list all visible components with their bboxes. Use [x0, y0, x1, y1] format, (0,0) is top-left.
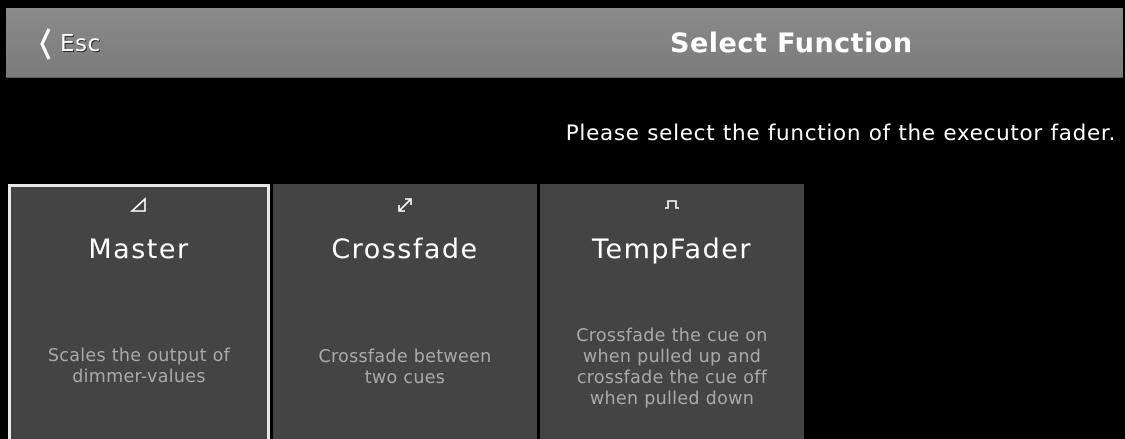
function-description: Scales the output of dimmer-values — [47, 346, 231, 387]
function-tile-tempfader[interactable]: TempFader Crossfade the cue on when pull… — [540, 184, 804, 439]
title-bar: Esc Select Function — [6, 8, 1123, 78]
function-title: TempFader — [592, 234, 752, 265]
esc-label: Esc — [60, 31, 101, 57]
diagonal-arrow-icon — [273, 196, 537, 214]
function-title: Crossfade — [331, 234, 479, 265]
chevron-left-icon — [40, 28, 51, 60]
function-title: Master — [88, 234, 190, 265]
window-title: Select Function — [670, 28, 913, 59]
esc-button[interactable]: Esc — [6, 8, 156, 78]
instruction-text: Please select the function of the execut… — [565, 121, 1116, 146]
function-tile-master[interactable]: Master Scales the output of dimmer-value… — [8, 184, 270, 439]
function-description: Crossfade between two cues — [318, 346, 492, 388]
ramp-icon — [11, 197, 267, 213]
function-description: Crossfade the cue on when pulled up and … — [576, 325, 768, 409]
pulse-icon — [540, 198, 804, 210]
function-tile-crossfade[interactable]: Crossfade Crossfade between two cues — [273, 184, 537, 439]
